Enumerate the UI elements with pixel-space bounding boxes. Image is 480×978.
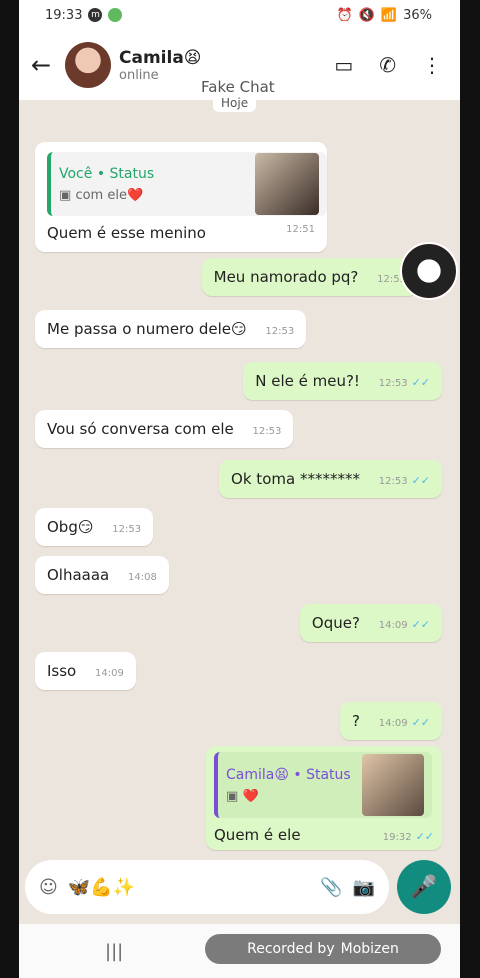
message-bubble[interactable]: Obg😏 12:53 (35, 508, 154, 546)
read-ticks-icon: ✓✓ (411, 618, 430, 631)
recorder-label: Recorded by (247, 941, 335, 957)
wifi-icon: 📶 (380, 7, 398, 23)
message-time: 14:09 (378, 718, 408, 729)
quoted-status[interactable]: Camila😫 • Status ▣ ❤️ (214, 752, 432, 818)
chat-area: Hoje Você • Status ▣ com ele❤️ Quem é es… (19, 94, 460, 860)
message-time: 19:32 (382, 832, 412, 843)
read-ticks-icon: ✓✓ (415, 830, 434, 843)
phone-call-icon[interactable]: ✆ (379, 53, 396, 77)
message-bubble[interactable]: Vou só conversa com ele 12:53 (35, 410, 294, 448)
message-bubble[interactable]: Camila😫 • Status ▣ ❤️ Quem é ele 19:32 ✓✓ (206, 746, 442, 850)
message-bubble[interactable]: Você • Status ▣ com ele❤️ Quem é esse me… (35, 142, 327, 252)
screen-recorder-badge: Recorded by Mobizen (205, 934, 441, 964)
mute-icon: 🔇 (358, 7, 375, 23)
message-bubble[interactable]: Isso 14:09 (35, 652, 136, 690)
contact-name: Camila😫 (119, 47, 202, 68)
message-bubble[interactable]: N ele é meu?! 12:53 ✓✓ (243, 362, 442, 400)
message-bubble[interactable]: Me passa o numero dele😏 12:53 (35, 310, 307, 348)
message-text: ? (351, 712, 360, 730)
date-chip: Hoje (213, 94, 257, 112)
emoji-icon[interactable]: ☺ (39, 877, 58, 898)
message-time: 14:09 (95, 668, 124, 679)
message-text: N ele é meu?! (255, 372, 360, 390)
message-text: Obg😏 (47, 518, 94, 536)
mic-button[interactable]: 🎤 (397, 860, 451, 914)
battery-level: 36% (403, 7, 432, 23)
read-ticks-icon: ✓✓ (411, 716, 430, 729)
app-notification-face-icon (108, 8, 123, 22)
message-time: 12:53 (112, 524, 142, 535)
message-time: 12:53 (265, 326, 295, 337)
camera-icon[interactable]: 📷 (353, 877, 375, 898)
quoted-title: Você • Status (59, 165, 155, 182)
clock: 19:33 (45, 7, 83, 23)
message-text: Olhaaaa (47, 566, 110, 584)
message-time: 12:53 (252, 426, 282, 437)
read-ticks-icon: ✓✓ (411, 474, 430, 487)
message-time: 12:53 (378, 476, 408, 487)
quoted-subtitle: com ele❤️ (75, 187, 144, 203)
message-time: 14:09 (378, 620, 408, 631)
quoted-status[interactable]: Você • Status ▣ com ele❤️ (47, 152, 327, 216)
phone-screen: 19:33 m ⏰ 🔇 📶 36% ← Camila😫 online ▭ ✆ ⋮… (19, 0, 460, 978)
message-time: 14:08 (128, 572, 157, 583)
image-icon: ▣ (226, 788, 239, 804)
message-text: Quem é ele (214, 826, 301, 844)
image-icon: ▣ (59, 187, 72, 203)
emoji-chips: 🦋💪✨ (67, 876, 136, 898)
message-time: 12:53 (378, 378, 408, 389)
message-bubble[interactable]: Ok toma ******** 12:53 ✓✓ (219, 460, 442, 498)
message-bubble[interactable]: Olhaaaa 14:08 (35, 556, 169, 594)
message-text: Ok toma ******** (231, 470, 360, 488)
video-call-icon[interactable]: ▭ (334, 53, 353, 77)
message-text: Me passa o numero dele😏 (47, 320, 247, 338)
app-notification-icon: m (88, 8, 103, 22)
back-arrow-icon[interactable]: ← (31, 51, 57, 79)
club-logo-sticker (400, 242, 458, 300)
message-text: Oque? (311, 614, 360, 632)
message-bubble[interactable]: Meu namorado pq? 12:53 (201, 258, 418, 296)
message-bubble[interactable]: Oque? 14:09 ✓✓ (299, 604, 442, 642)
read-ticks-icon: ✓✓ (411, 376, 430, 389)
message-text: Meu namorado pq? (213, 268, 359, 286)
status-thumbnail (255, 153, 319, 215)
message-text: Vou só conversa com ele (47, 420, 234, 438)
message-composer[interactable]: ☺ 🦋💪✨ 📎 📷 (25, 860, 389, 914)
message-text: Quem é esse menino (47, 224, 206, 242)
message-time: 12:51 (286, 224, 315, 235)
attach-icon[interactable]: 📎 (320, 877, 342, 898)
status-thumbnail (362, 754, 424, 816)
quoted-subtitle: ❤️ (242, 788, 259, 804)
message-text: Isso (47, 662, 77, 680)
quoted-title: Camila😫 • Status (226, 766, 351, 783)
status-bar: 19:33 m ⏰ 🔇 📶 36% (19, 0, 460, 30)
message-bubble[interactable]: ? 14:09 ✓✓ (339, 702, 442, 740)
avatar[interactable] (65, 42, 111, 88)
recents-icon[interactable]: ||| (105, 941, 123, 962)
alarm-icon: ⏰ (336, 7, 353, 23)
recorder-brand: Mobizen (340, 941, 399, 957)
menu-more-icon[interactable]: ⋮ (422, 53, 442, 77)
